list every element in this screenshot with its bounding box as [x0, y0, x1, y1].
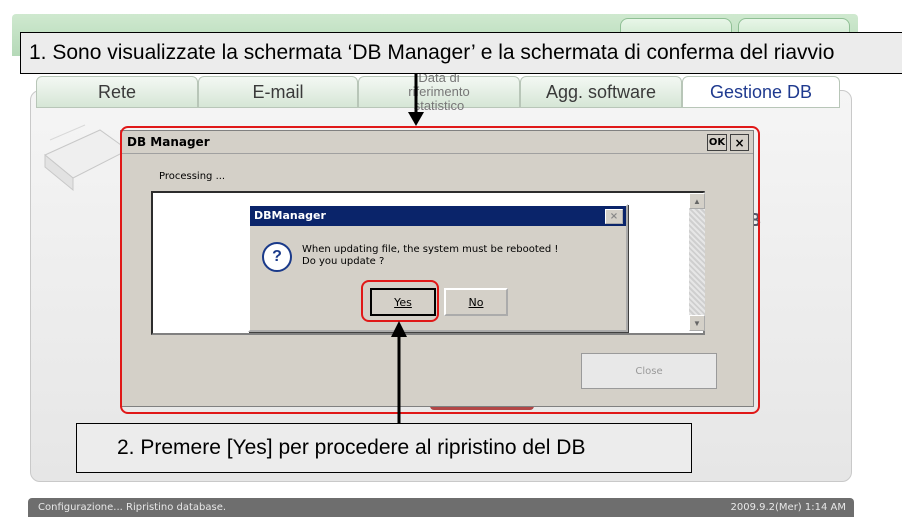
annotation-step1: 1. Sono visualizzate la schermata ‘DB Ma… [20, 32, 902, 74]
annotation-step1-text: 1. Sono visualizzate la schermata ‘DB Ma… [29, 41, 835, 64]
annotation-step2-text: 2. Premere [Yes] per procedere al ripris… [117, 436, 586, 459]
arrow-step1-head [408, 112, 424, 126]
annotation-step2: 2. Premere [Yes] per procedere al ripris… [76, 423, 692, 473]
arrow-step2-head [391, 321, 407, 337]
